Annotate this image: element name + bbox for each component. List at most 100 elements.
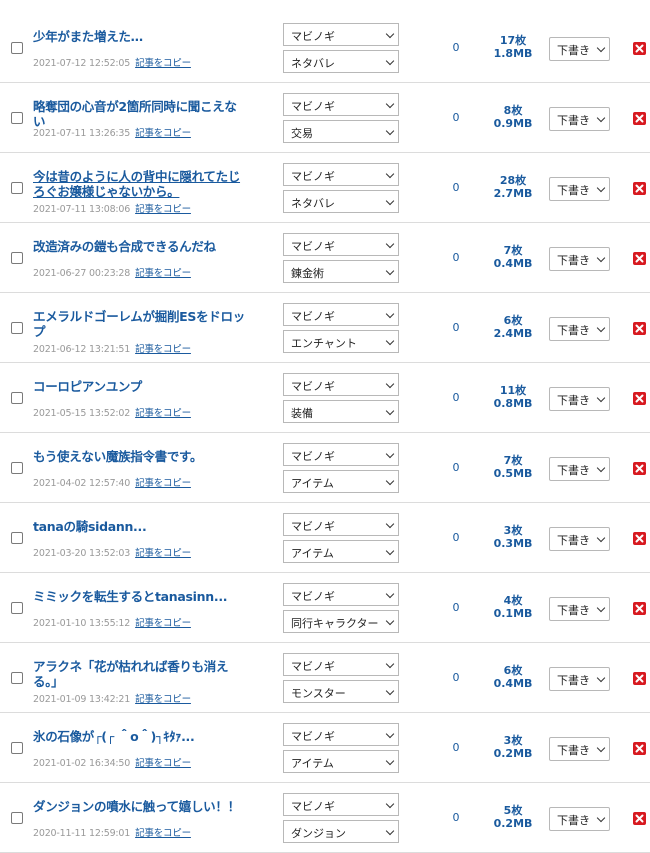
delete-button[interactable] (633, 532, 646, 545)
tag-select[interactable]: ネタバレ (283, 190, 399, 213)
status-select[interactable]: 下書き (549, 737, 610, 761)
category-select[interactable]: マビノギ (283, 233, 399, 256)
select-checkbox[interactable] (11, 182, 23, 194)
delete-button[interactable] (633, 742, 646, 755)
status-select[interactable]: 下書き (549, 667, 610, 691)
select-checkbox[interactable] (11, 532, 23, 544)
copy-article-link[interactable]: 記事をコピー (135, 618, 191, 629)
comment-count[interactable]: 0 (448, 111, 464, 124)
image-info[interactable]: 6枚 0.4MB (490, 664, 536, 690)
status-select[interactable]: 下書き (549, 387, 610, 411)
comment-count[interactable]: 0 (448, 321, 464, 334)
status-select[interactable]: 下書き (549, 107, 610, 131)
article-title-link[interactable]: 改造済みの鎧も合成できるんだね (33, 239, 248, 254)
status-select[interactable]: 下書き (549, 247, 610, 271)
copy-article-link[interactable]: 記事をコピー (135, 204, 191, 215)
comment-count[interactable]: 0 (448, 811, 464, 824)
tag-select[interactable]: ダンジョン (283, 820, 399, 843)
category-select[interactable]: マビノギ (283, 653, 399, 676)
status-select[interactable]: 下書き (549, 177, 610, 201)
select-checkbox[interactable] (11, 812, 23, 824)
category-select[interactable]: マビノギ (283, 793, 399, 816)
image-info[interactable]: 5枚 0.2MB (490, 804, 536, 830)
copy-article-link[interactable]: 記事をコピー (135, 58, 191, 69)
delete-button[interactable] (633, 812, 646, 825)
category-select[interactable]: マビノギ (283, 723, 399, 746)
copy-article-link[interactable]: 記事をコピー (135, 478, 191, 489)
select-checkbox[interactable] (11, 672, 23, 684)
tag-select[interactable]: モンスター (283, 680, 399, 703)
article-title-link[interactable]: ダンジョンの噴水に触って嬉しい！！ (33, 799, 248, 814)
image-info[interactable]: 28枚 2.7MB (490, 174, 536, 200)
tag-select[interactable]: 同行キャラクター (283, 610, 399, 633)
category-select[interactable]: マビノギ (283, 583, 399, 606)
comment-count[interactable]: 0 (448, 671, 464, 684)
delete-button[interactable] (633, 42, 646, 55)
select-checkbox[interactable] (11, 392, 23, 404)
copy-article-link[interactable]: 記事をコピー (135, 548, 191, 559)
select-checkbox[interactable] (11, 252, 23, 264)
tag-select[interactable]: 装備 (283, 400, 399, 423)
image-info[interactable]: 4枚 0.1MB (490, 594, 536, 620)
tag-select[interactable]: アイテム (283, 470, 399, 493)
select-checkbox[interactable] (11, 42, 23, 54)
select-checkbox[interactable] (11, 322, 23, 334)
image-info[interactable]: 7枚 0.4MB (490, 244, 536, 270)
image-info[interactable]: 6枚 2.4MB (490, 314, 536, 340)
delete-button[interactable] (633, 392, 646, 405)
image-info[interactable]: 3枚 0.2MB (490, 734, 536, 760)
comment-count[interactable]: 0 (448, 741, 464, 754)
status-select[interactable]: 下書き (549, 807, 610, 831)
article-title-link[interactable]: 氷の石像が┌(┌ ＾o＾)┐ｷﾀｧ... (33, 729, 248, 744)
category-select[interactable]: マビノギ (283, 23, 399, 46)
delete-button[interactable] (633, 252, 646, 265)
article-title-link[interactable]: エメラルドゴーレムが掘削ESをドロップ (33, 309, 248, 339)
category-select[interactable]: マビノギ (283, 163, 399, 186)
article-title-link[interactable]: コーロピアンユンプ (33, 379, 248, 394)
tag-select[interactable]: ネタバレ (283, 50, 399, 73)
comment-count[interactable]: 0 (448, 461, 464, 474)
delete-button[interactable] (633, 322, 646, 335)
tag-select[interactable]: アイテム (283, 540, 399, 563)
select-checkbox[interactable] (11, 462, 23, 474)
delete-button[interactable] (633, 672, 646, 685)
comment-count[interactable]: 0 (448, 531, 464, 544)
copy-article-link[interactable]: 記事をコピー (135, 694, 191, 705)
article-title-link[interactable]: 少年がまた増えた… (33, 29, 248, 44)
tag-select[interactable]: 交易 (283, 120, 399, 143)
copy-article-link[interactable]: 記事をコピー (135, 268, 191, 279)
category-select[interactable]: マビノギ (283, 443, 399, 466)
comment-count[interactable]: 0 (448, 391, 464, 404)
copy-article-link[interactable]: 記事をコピー (135, 758, 191, 769)
article-title-link[interactable]: ミミックを転生するとtanasinn... (33, 589, 248, 604)
copy-article-link[interactable]: 記事をコピー (135, 408, 191, 419)
comment-count[interactable]: 0 (448, 251, 464, 264)
article-title-link[interactable]: tanaの騎sidann... (33, 519, 248, 534)
comment-count[interactable]: 0 (448, 41, 464, 54)
delete-button[interactable] (633, 462, 646, 475)
copy-article-link[interactable]: 記事をコピー (135, 344, 191, 355)
select-checkbox[interactable] (11, 112, 23, 124)
article-title-link[interactable]: 今は昔のように人の背中に隠れてたじろぐお嬢様じゃないから。 (33, 169, 248, 199)
comment-count[interactable]: 0 (448, 181, 464, 194)
image-info[interactable]: 3枚 0.3MB (490, 524, 536, 550)
category-select[interactable]: マビノギ (283, 93, 399, 116)
status-select[interactable]: 下書き (549, 457, 610, 481)
delete-button[interactable] (633, 602, 646, 615)
image-info[interactable]: 8枚 0.9MB (490, 104, 536, 130)
tag-select[interactable]: エンチャント (283, 330, 399, 353)
status-select[interactable]: 下書き (549, 597, 610, 621)
status-select[interactable]: 下書き (549, 527, 610, 551)
status-select[interactable]: 下書き (549, 317, 610, 341)
status-select[interactable]: 下書き (549, 37, 610, 61)
delete-button[interactable] (633, 182, 646, 195)
select-checkbox[interactable] (11, 602, 23, 614)
copy-article-link[interactable]: 記事をコピー (135, 828, 191, 839)
article-title-link[interactable]: アラクネ「花が枯れれば香りも消える。」 (33, 659, 248, 689)
tag-select[interactable]: アイテム (283, 750, 399, 773)
category-select[interactable]: マビノギ (283, 373, 399, 396)
image-info[interactable]: 7枚 0.5MB (490, 454, 536, 480)
image-info[interactable]: 17枚 1.8MB (490, 34, 536, 60)
comment-count[interactable]: 0 (448, 601, 464, 614)
article-title-link[interactable]: もう使えない魔族指令書です。 (33, 449, 248, 464)
